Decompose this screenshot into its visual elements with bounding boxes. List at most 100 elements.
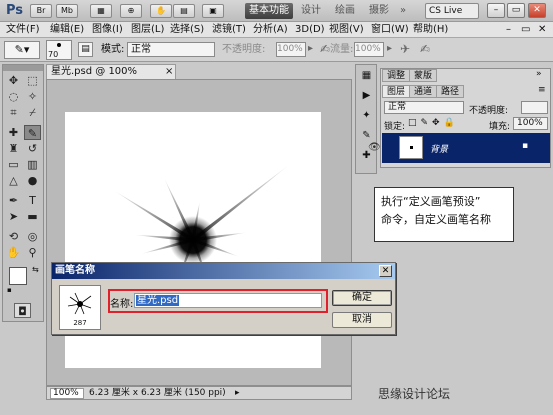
eyedropper-tool-icon[interactable]: ⌿ <box>24 105 41 120</box>
brush-preset-picker[interactable]: 70 <box>46 40 72 60</box>
zoom-tool-icon[interactable]: ⚲ <box>24 245 41 260</box>
tab-paths[interactable]: 路径 <box>436 85 465 98</box>
brush-tool-icon[interactable]: ✎ <box>24 125 41 140</box>
tab-layers[interactable]: 图层 <box>382 85 411 98</box>
airbrush-icon[interactable]: ✈ <box>400 42 410 56</box>
hand-tool-icon[interactable]: ✋ <box>150 4 172 18</box>
minimize-window-button[interactable]: – <box>487 3 505 18</box>
layer-row-background[interactable]: 👁 背景 ▪ <box>368 133 550 163</box>
blur-tool-icon[interactable]: △ <box>5 173 22 188</box>
mode-select[interactable]: 正常 <box>127 42 215 57</box>
3d-orbit-tool-icon[interactable]: ◎ <box>24 229 41 244</box>
menu-file[interactable]: 文件(F) <box>6 23 40 37</box>
dialog-title: 画笔名称 <box>52 263 395 279</box>
doc-minimize-button[interactable]: – <box>506 23 511 37</box>
blend-mode-select[interactable]: 正常 <box>384 101 464 114</box>
menu-select[interactable]: 选择(S) <box>170 23 204 37</box>
doc-restore-button[interactable]: ▭ <box>521 23 530 37</box>
visibility-eye-icon[interactable]: 👁 <box>368 142 381 153</box>
tool-preset-picker[interactable]: ✎▾ <box>4 41 40 59</box>
document-window[interactable] <box>46 79 352 386</box>
dodge-tool-icon[interactable]: ● <box>24 173 41 188</box>
lock-label: 锁定: <box>384 122 406 132</box>
menu-filter[interactable]: 滤镜(T) <box>212 23 246 37</box>
launch-minibridge-icon[interactable]: Mb <box>56 4 78 18</box>
marquee-tool-icon[interactable]: ⬚ <box>24 73 41 88</box>
crop-tool-icon[interactable]: ⌗ <box>5 105 22 120</box>
flow-label: 流量: <box>330 44 354 55</box>
pen-tool-icon[interactable]: ✒ <box>5 193 22 208</box>
workspace-design-tab[interactable]: 设计 <box>301 3 321 19</box>
dialog-close-icon[interactable]: ✕ <box>379 265 392 277</box>
brush-panel-toggle-icon[interactable]: ▤ <box>78 42 93 57</box>
doc-close-button[interactable]: ✕ <box>538 23 546 37</box>
move-tool-icon[interactable]: ✥ <box>5 73 22 88</box>
history-panel-icon[interactable]: ▦ <box>360 69 373 82</box>
cs-live-button[interactable]: CS Live <box>425 3 479 19</box>
lasso-tool-icon[interactable]: ◌ <box>5 89 22 104</box>
clone-stamp-tool-icon[interactable]: ♜ <box>5 141 22 156</box>
menu-layer[interactable]: 图层(L) <box>131 23 164 37</box>
flow-input[interactable]: 100% <box>354 42 384 57</box>
workspace-painting-tab[interactable]: 绘画 <box>335 3 355 19</box>
document-tab[interactable]: 星光.psd @ 100%(RGB/8) * × <box>46 64 176 90</box>
toolbox-grip[interactable] <box>3 65 43 71</box>
path-select-tool-icon[interactable]: ➤ <box>5 209 22 224</box>
brush-presets-panel-icon[interactable]: ✎ <box>360 129 373 142</box>
gradient-tool-icon[interactable]: ▥ <box>24 157 41 172</box>
restore-window-button[interactable]: ▭ <box>507 3 525 18</box>
pressure-size-icon[interactable]: ✍ <box>420 42 430 56</box>
menu-edit[interactable]: 编辑(E) <box>50 23 84 37</box>
menu-window[interactable]: 窗口(W) <box>371 23 409 37</box>
options-bar: ✎▾ 70 ▤ 模式: 正常 不透明度: 100% ▸ ✍ 流量: 100% ▸… <box>0 38 553 62</box>
tab-channels[interactable]: 通道 <box>409 85 438 98</box>
quick-mask-icon[interactable]: ◘ <box>14 303 31 318</box>
flow-dropdown-icon[interactable]: ▸ <box>387 43 392 54</box>
launch-bridge-icon[interactable]: Br <box>30 4 52 18</box>
zoom-level-icon[interactable]: ⊕ <box>120 4 142 18</box>
layer-thumbnail-dot <box>410 146 413 149</box>
history-brush-tool-icon[interactable]: ↺ <box>24 141 41 156</box>
panel-collapse-icon[interactable]: » <box>536 69 542 79</box>
opacity-dropdown-icon[interactable]: ▸ <box>308 43 313 54</box>
layers-panel: 调整 蒙版 » 图层 通道 路径 ≡ 正常 不透明度: 锁定: □✎✥🔒 填充:… <box>368 68 551 168</box>
zoom-level-field[interactable]: 100% <box>50 388 84 399</box>
panel-opacity-input[interactable] <box>521 101 548 114</box>
type-tool-icon[interactable]: T <box>24 193 41 208</box>
hand-tool-icon-box[interactable]: ✋ <box>5 245 22 260</box>
shape-tool-icon[interactable]: ▬ <box>24 209 41 224</box>
cancel-button[interactable]: 取消 <box>332 312 392 328</box>
menu-3d[interactable]: 3D(D) <box>295 23 325 37</box>
eraser-tool-icon[interactable]: ▭ <box>5 157 22 172</box>
more-workspaces-icon[interactable]: » <box>400 3 406 19</box>
status-menu-icon[interactable]: ▸ <box>235 387 240 399</box>
close-window-button[interactable]: ✕ <box>528 3 546 18</box>
ok-button[interactable]: 确定 <box>332 290 392 306</box>
info-panel-icon[interactable]: ✦ <box>360 109 373 122</box>
quick-select-tool-icon[interactable]: ✧ <box>24 89 41 104</box>
menu-image[interactable]: 图像(I) <box>92 23 123 37</box>
menu-analysis[interactable]: 分析(A) <box>253 23 288 37</box>
fill-input[interactable]: 100% <box>513 117 548 130</box>
view-extras-icon[interactable]: ▦ <box>90 4 112 18</box>
menu-view[interactable]: 视图(V) <box>329 23 364 37</box>
panel-dock-icons: ▦ ▶ ✦ ✎ ✚ <box>355 64 377 174</box>
workspace-essentials-button[interactable]: 基本功能 <box>245 3 293 19</box>
tab-adjustments[interactable]: 调整 <box>382 69 411 82</box>
foreground-color-swatch[interactable] <box>9 267 27 285</box>
healing-brush-tool-icon[interactable]: ✚ <box>5 125 22 140</box>
swap-colors-icon[interactable]: ⇆ <box>32 265 39 274</box>
tab-masks[interactable]: 蒙版 <box>409 69 438 82</box>
screen-mode-icon[interactable]: ▣ <box>202 4 224 18</box>
document-close-icon[interactable]: × <box>165 65 173 78</box>
workspace-photography-tab[interactable]: 摄影 <box>369 3 389 19</box>
lock-options-icon[interactable]: □✎✥🔒 <box>408 118 459 128</box>
arrange-documents-icon[interactable]: ▤ <box>173 4 195 18</box>
opacity-input[interactable]: 100% <box>276 42 306 57</box>
3d-rotate-tool-icon[interactable]: ⟲ <box>5 229 22 244</box>
actions-panel-icon[interactable]: ▶ <box>360 89 373 102</box>
default-colors-icon[interactable]: ▪ <box>7 286 12 294</box>
panel-menu-icon[interactable]: ≡ <box>538 85 546 95</box>
menu-help[interactable]: 帮助(H) <box>413 23 448 37</box>
pressure-opacity-icon[interactable]: ✍ <box>320 42 330 56</box>
